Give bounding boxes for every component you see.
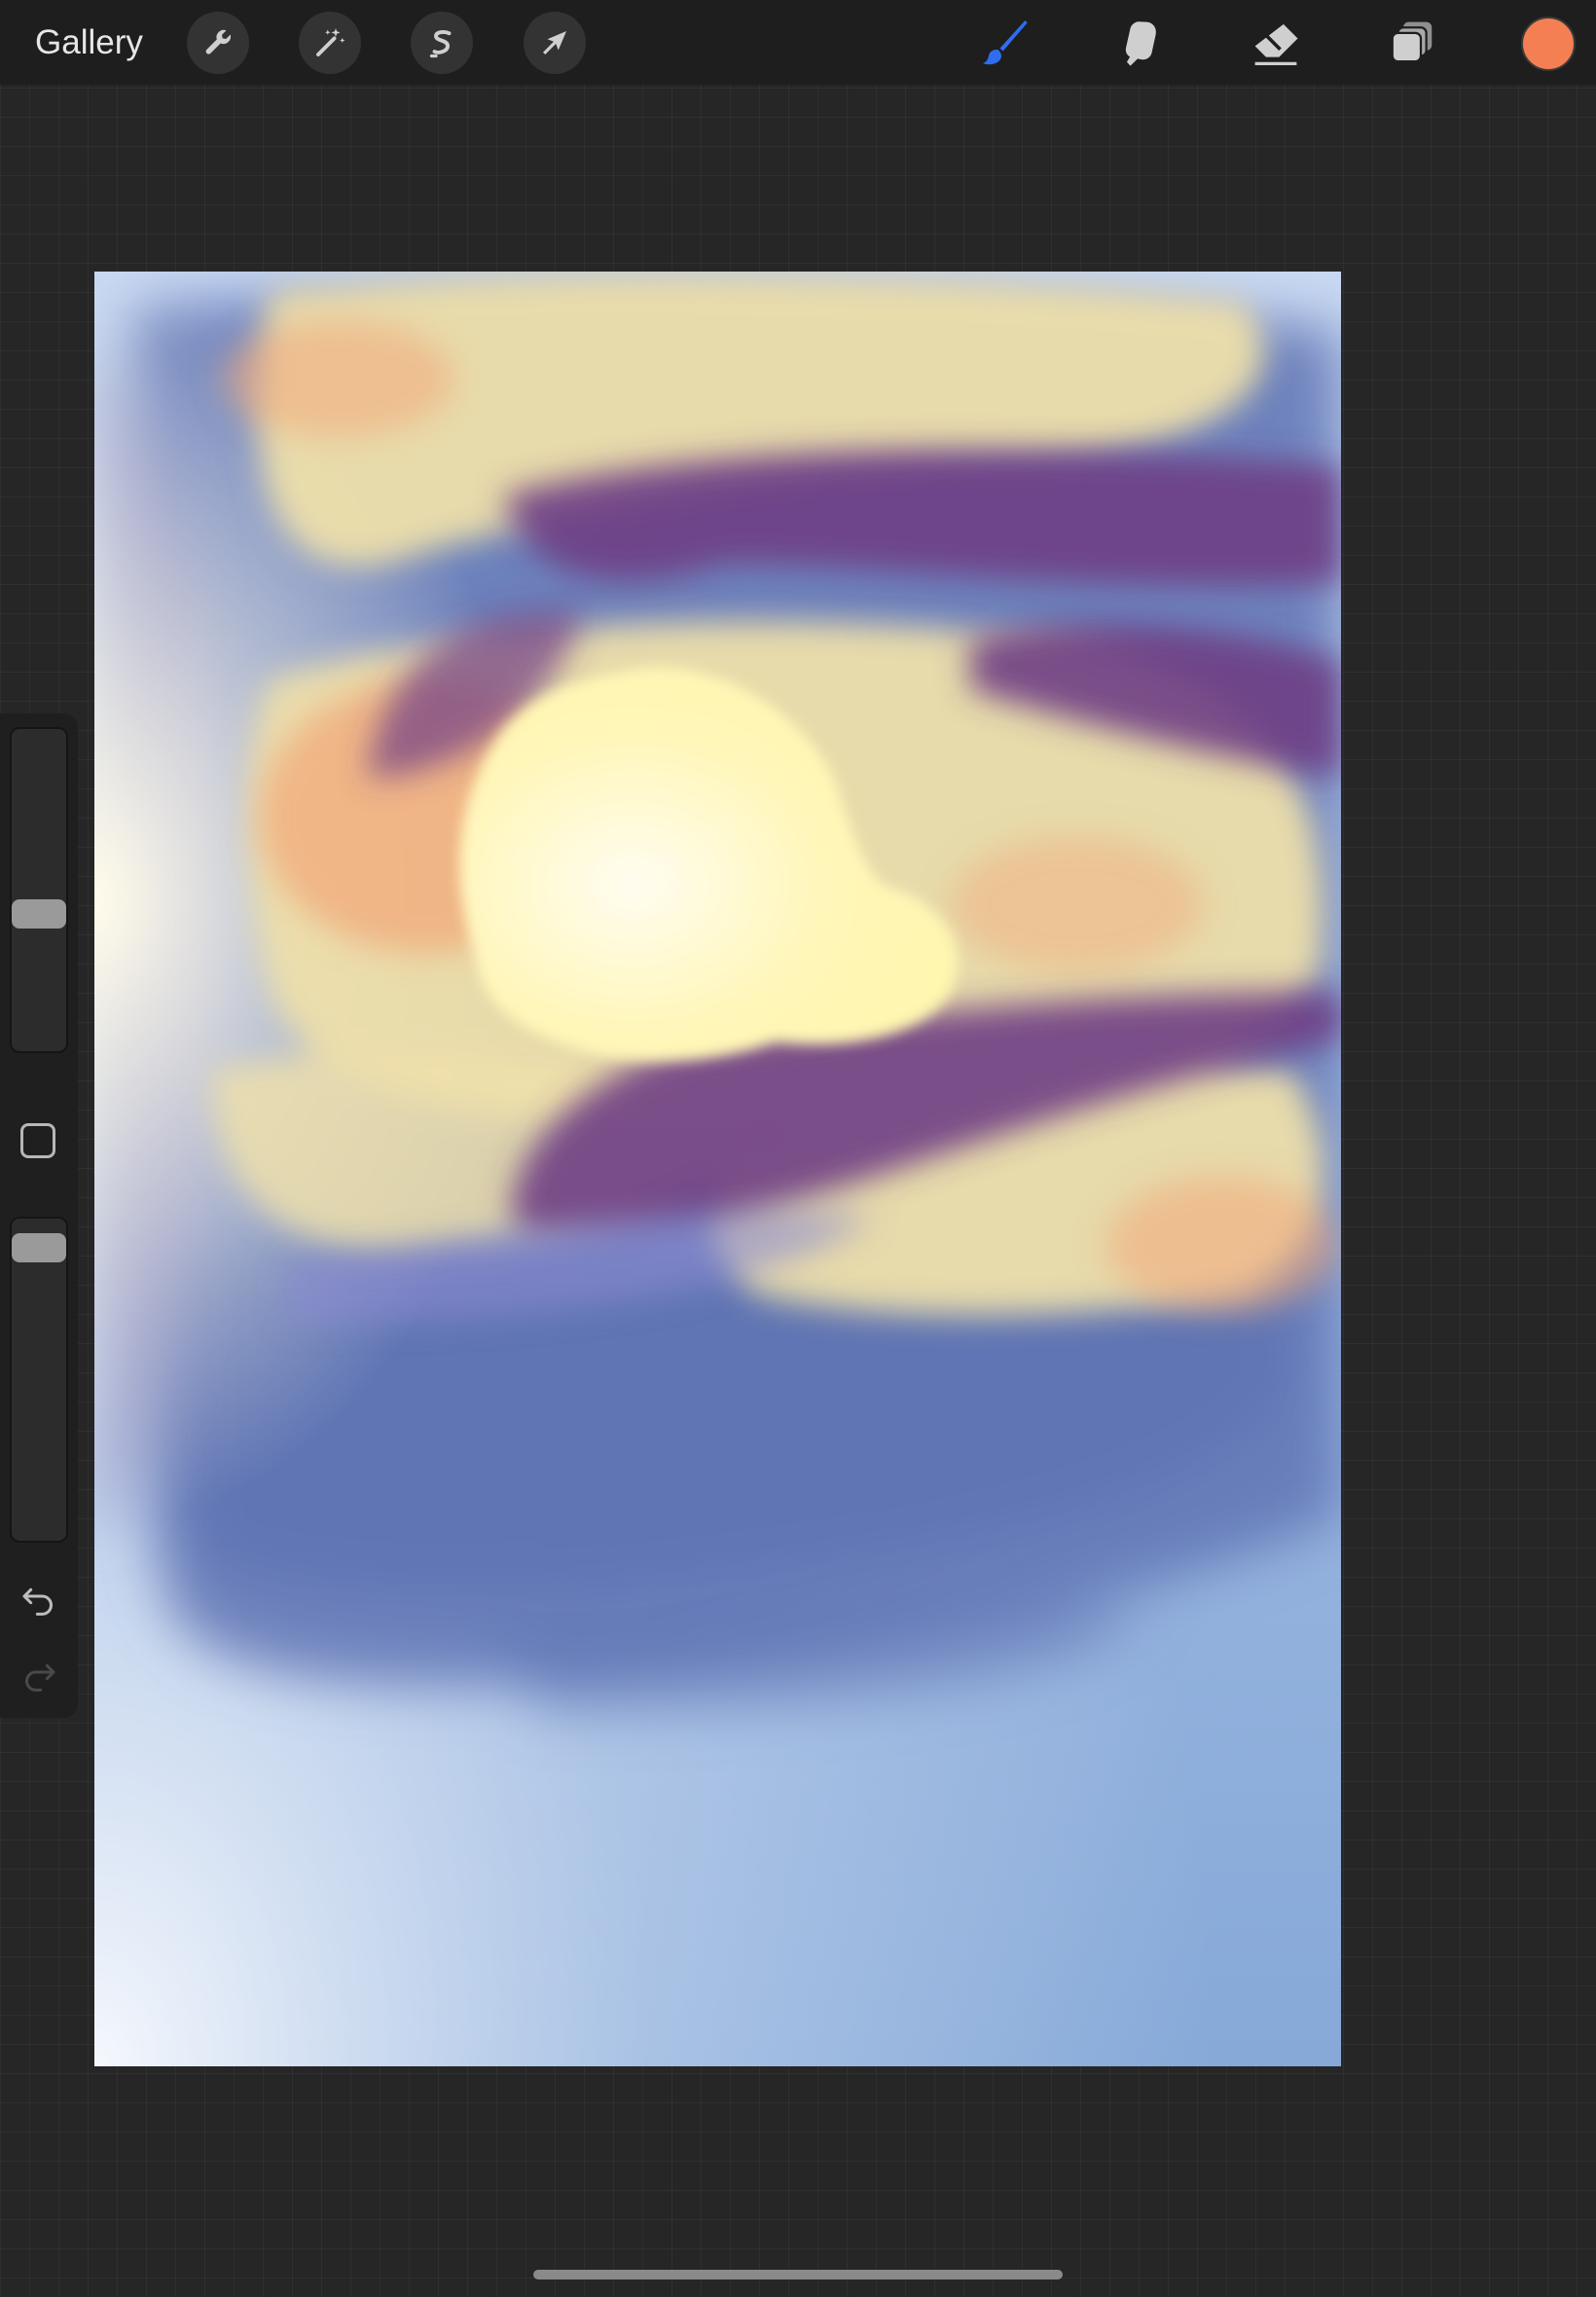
adjustments-button[interactable]	[299, 12, 361, 74]
modify-button[interactable]	[20, 1123, 55, 1158]
undo-arrow-icon	[22, 1587, 53, 1616]
redo-button[interactable]	[18, 1656, 60, 1698]
eraser-tool-button[interactable]	[1245, 12, 1307, 74]
layers-icon	[1391, 21, 1433, 63]
opacity-slider[interactable]	[10, 1217, 68, 1543]
brush-size-thumb[interactable]	[12, 899, 66, 929]
procreate-app: Gallery	[0, 0, 1596, 2297]
paintbrush-icon	[982, 20, 1028, 65]
layers-button[interactable]	[1381, 12, 1443, 74]
redo-arrow-icon	[25, 1663, 55, 1692]
brush-tool-button[interactable]	[973, 12, 1035, 74]
selection-button[interactable]	[411, 12, 473, 74]
eraser-icon	[1254, 23, 1298, 65]
selection-s-icon	[429, 29, 452, 58]
gallery-button[interactable]: Gallery	[35, 21, 143, 64]
color-picker-button[interactable]	[1521, 17, 1576, 71]
actions-button[interactable]	[187, 12, 249, 74]
arrow-cursor-icon	[543, 31, 566, 55]
wrench-icon	[205, 29, 232, 55]
left-sidebar	[0, 713, 78, 1718]
top-toolbar: Gallery	[0, 0, 1596, 85]
smudge-finger-icon	[1125, 21, 1156, 66]
transform-button[interactable]	[524, 12, 586, 74]
magic-wand-icon	[316, 28, 345, 56]
home-indicator[interactable]	[533, 2270, 1063, 2279]
canvas-artwork	[94, 272, 1341, 2066]
undo-button[interactable]	[18, 1580, 60, 1622]
smudge-tool-button[interactable]	[1108, 12, 1171, 74]
drawing-canvas[interactable]	[94, 272, 1341, 2066]
brush-size-slider[interactable]	[10, 727, 68, 1053]
opacity-thumb[interactable]	[12, 1233, 66, 1262]
